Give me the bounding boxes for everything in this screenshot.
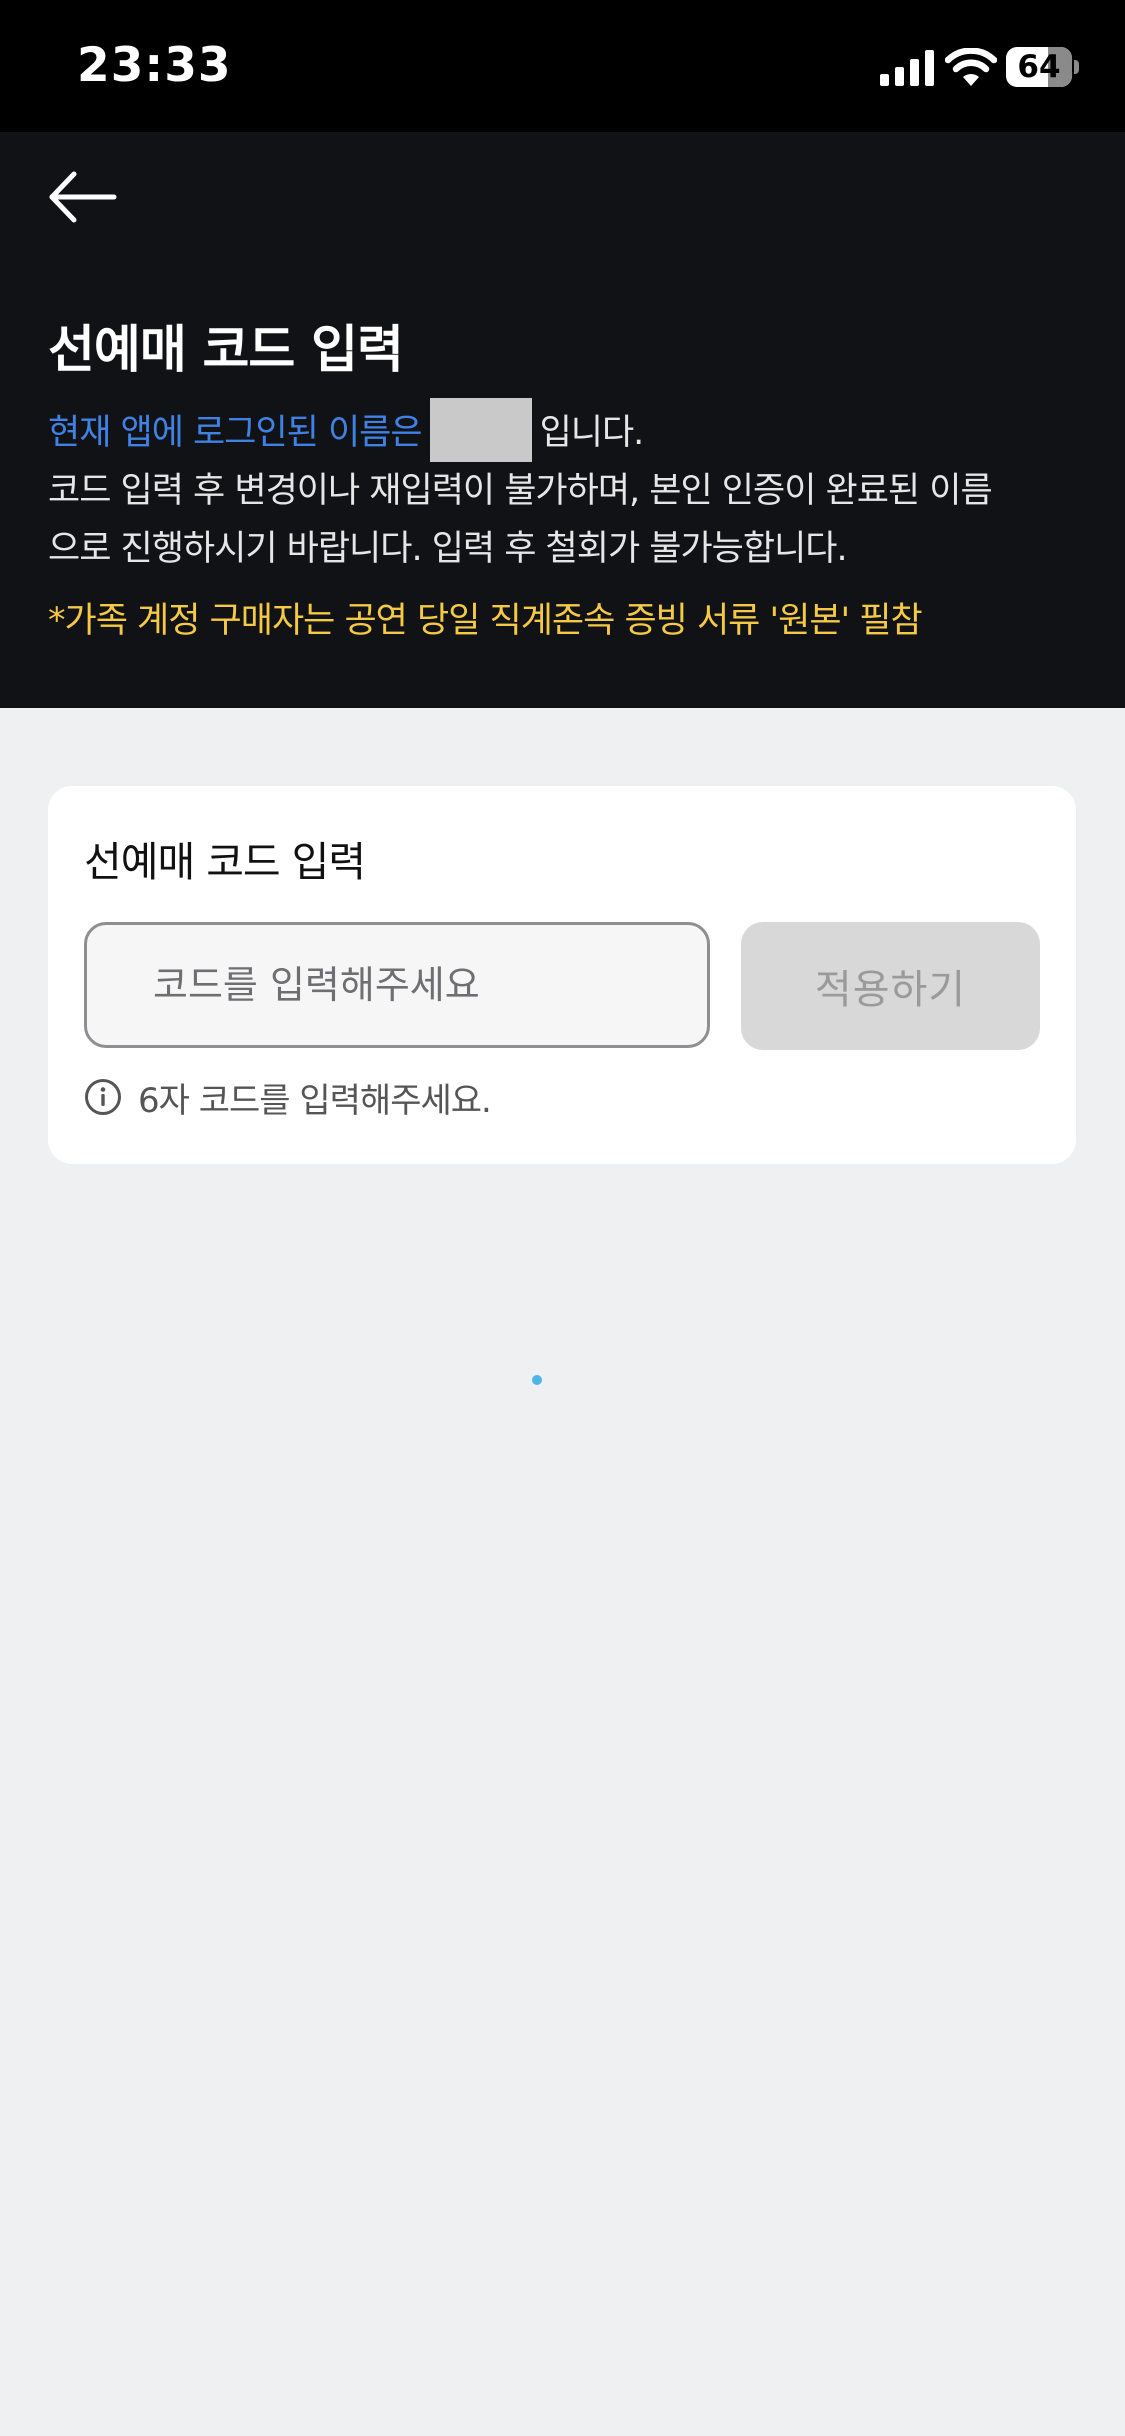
battery-level: 64	[1017, 49, 1061, 85]
battery-icon: 64	[1006, 47, 1079, 87]
status-time: 23:33	[77, 38, 232, 93]
code-input[interactable]	[84, 922, 710, 1048]
login-name-line: 현재 앱에 로그인된 이름은 입니다.	[48, 398, 1088, 462]
login-name-prefix: 현재 앱에 로그인된 이름은	[48, 413, 423, 453]
hint-text: 6자 코드를 입력해주세요.	[138, 1080, 492, 1121]
arrow-left-icon	[49, 171, 117, 223]
login-description: 현재 앱에 로그인된 이름은 입니다. 코드 입력 후 변경이나 재입력이 불가하…	[48, 398, 1088, 578]
cellular-signal-icon	[880, 50, 934, 86]
status-bar: 23:33 64	[0, 0, 1125, 132]
instruction-line-2: 으로 진행하시기 바랍니다. 입력 후 철회가 불가능합니다.	[48, 529, 848, 569]
page-title: 선예매 코드 입력	[48, 321, 404, 380]
family-account-notice: *가족 계정 구매자는 공연 당일 직계존속 증빙 서류 '원본' 필참	[48, 601, 923, 641]
code-hint: 6자 코드를 입력해주세요.	[84, 1076, 492, 1121]
redacted-user-name	[429, 398, 532, 462]
info-icon	[85, 1079, 121, 1115]
instruction-line-1: 코드 입력 후 변경이나 재입력이 불가하며, 본인 인증이 완료된 이름	[48, 471, 993, 511]
apply-button[interactable]: 적용하기	[741, 922, 1040, 1050]
loading-indicator	[532, 1375, 542, 1385]
card-title: 선예매 코드 입력	[84, 838, 366, 886]
wifi-icon	[945, 48, 997, 86]
login-name-suffix: 입니다.	[539, 413, 645, 453]
page-header: 선예매 코드 입력 현재 앱에 로그인된 이름은 입니다. 코드 입력 후 변경이…	[0, 132, 1125, 708]
back-button[interactable]	[40, 162, 130, 242]
presale-code-card: 선예매 코드 입력 적용하기 6자 코드를 입력해주세요.	[48, 786, 1076, 1164]
